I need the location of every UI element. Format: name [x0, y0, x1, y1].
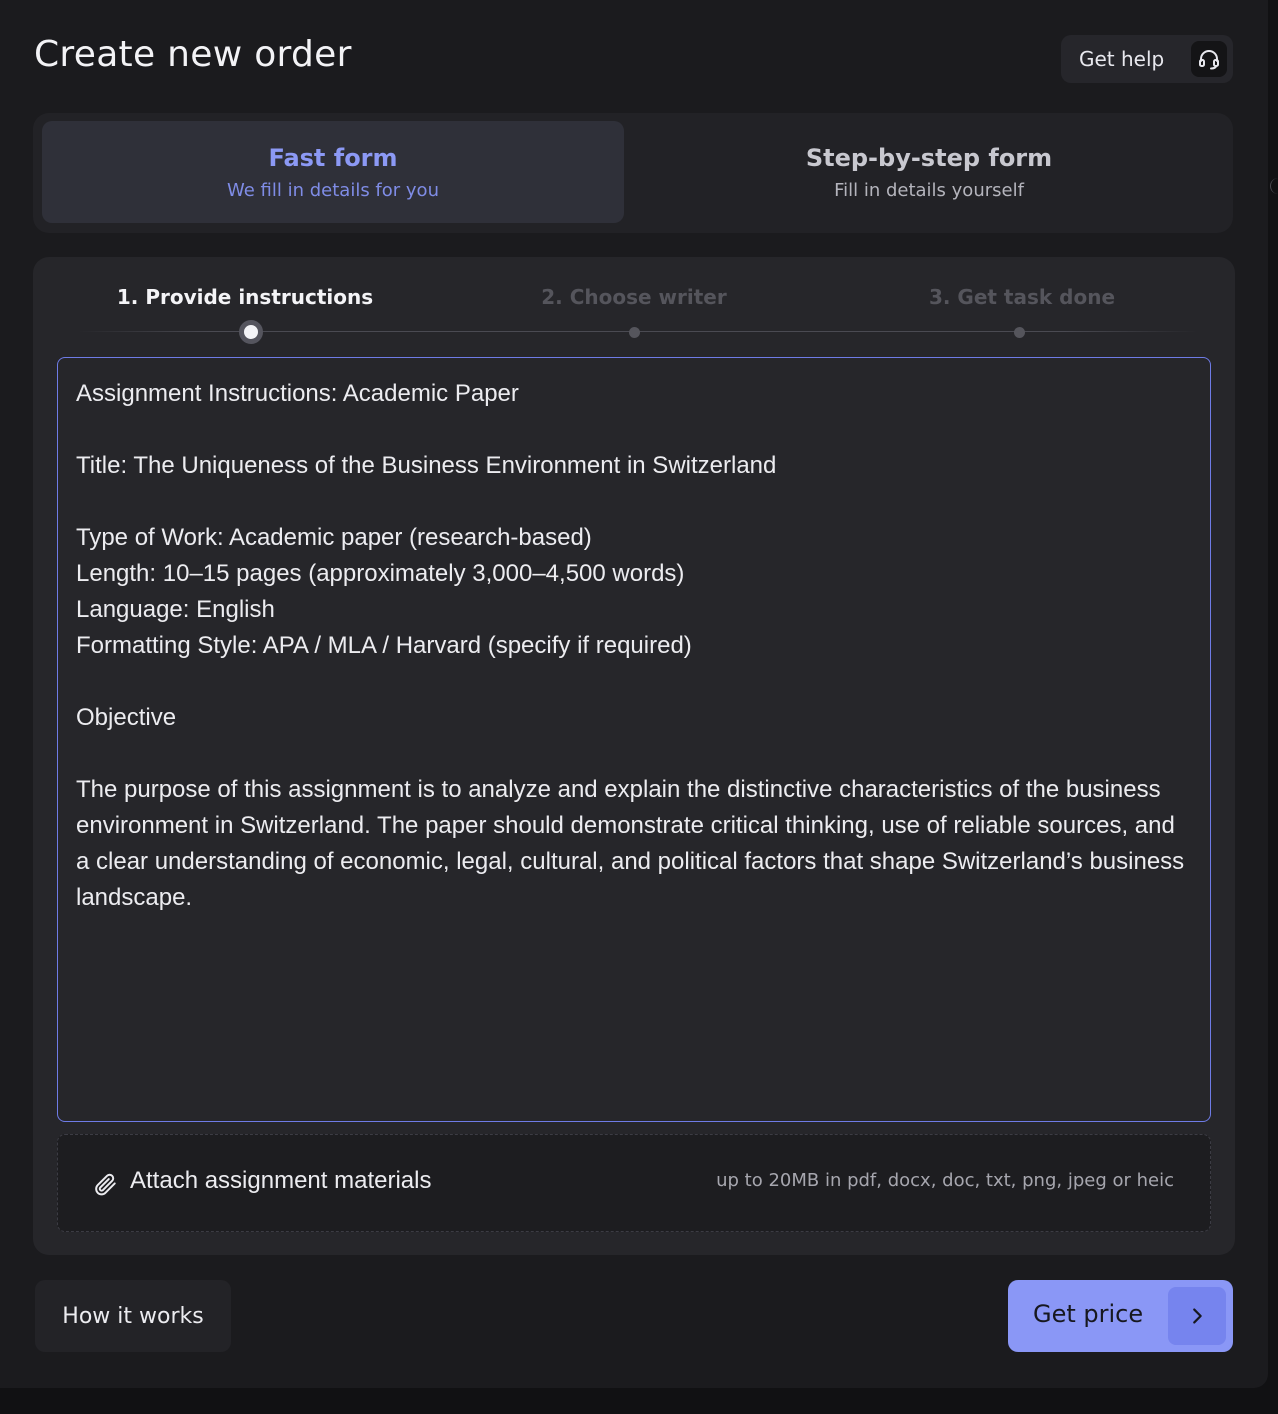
instructions-textarea[interactable]: Assignment Instructions: Academic Paper … [57, 357, 1211, 1122]
instructions-card: 1. Provide instructions 2. Choose writer… [33, 257, 1235, 1255]
step-3-dot [1014, 327, 1025, 338]
attach-hint: up to 20MB in pdf, docx, doc, txt, png, … [716, 1170, 1174, 1191]
order-panel: Create new order Get help Fast form We f… [0, 0, 1268, 1388]
tab-fast-form[interactable]: Fast form We fill in details for you [42, 121, 624, 223]
attach-materials-dropzone[interactable]: Attach assignment materials up to 20MB i… [57, 1134, 1211, 1232]
scroll-edge-indicator [1270, 178, 1278, 194]
step-choose-writer[interactable]: 2. Choose writer [484, 285, 784, 309]
chevron-right-icon [1168, 1287, 1226, 1345]
paperclip-icon [92, 1171, 118, 1201]
form-mode-switch: Fast form We fill in details for you Ste… [33, 113, 1233, 233]
get-help-label: Get help [1079, 47, 1165, 71]
step-get-task-done[interactable]: 3. Get task done [872, 285, 1172, 309]
step-form-subtitle: Fill in details yourself [834, 179, 1024, 201]
get-price-label: Get price [1033, 1300, 1144, 1328]
page-title: Create new order [34, 34, 352, 75]
step-2-dot [629, 327, 640, 338]
step-1-dot [239, 320, 263, 344]
headset-icon [1191, 41, 1227, 77]
step-form-title: Step-by-step form [805, 143, 1053, 172]
get-price-button[interactable]: Get price [1008, 1280, 1233, 1352]
step-provide-instructions[interactable]: 1. Provide instructions [95, 285, 395, 309]
how-it-works-button[interactable]: How it works [35, 1280, 231, 1352]
get-help-button[interactable]: Get help [1061, 35, 1233, 83]
fast-form-subtitle: We fill in details for you [227, 179, 439, 201]
tab-step-by-step-form[interactable]: Step-by-step form Fill in details yourse… [633, 121, 1225, 223]
attach-label: Attach assignment materials [130, 1167, 432, 1194]
fast-form-title: Fast form [268, 143, 398, 172]
